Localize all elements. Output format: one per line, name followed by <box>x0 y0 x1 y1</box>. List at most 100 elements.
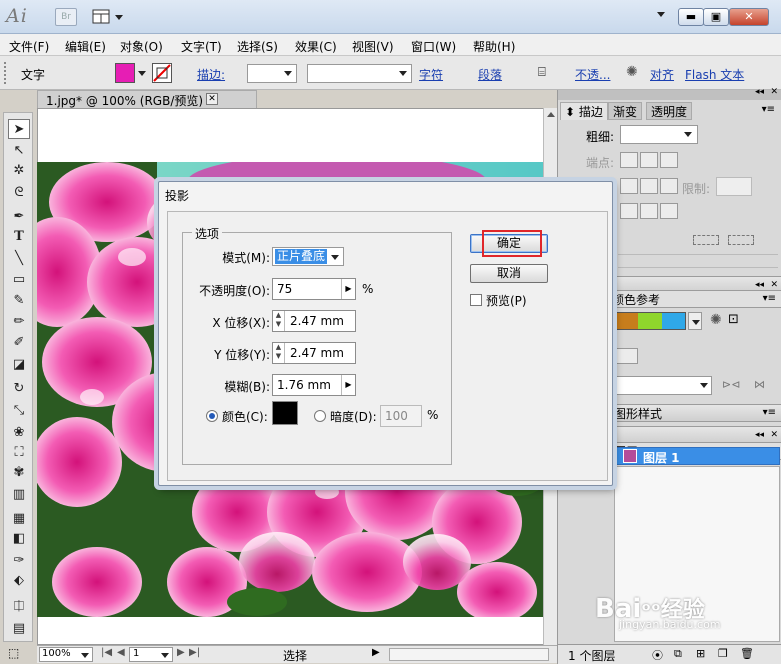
delete-layer-icon[interactable]: 🗑 <box>740 647 754 660</box>
mesh-tool-icon[interactable]: ▦ <box>8 509 30 529</box>
scale-tool-icon[interactable]: ⤡ <box>8 401 30 421</box>
preview-checkbox[interactable] <box>470 294 482 306</box>
menu-edit[interactable]: 编辑(E) <box>65 38 106 55</box>
miter-limit-field[interactable] <box>716 177 752 196</box>
collapse-icon[interactable]: ◂◂ <box>755 87 764 97</box>
opacity-link[interactable]: 不透... <box>575 66 610 83</box>
locate-object-icon[interactable]: ⦿ <box>652 647 663 663</box>
paragraph-link[interactable]: 段落 <box>478 66 502 83</box>
style-icon[interactable]: ⌸ <box>538 65 546 80</box>
stroke-none-swatch[interactable] <box>152 63 172 83</box>
color-guide-swatches[interactable] <box>614 312 686 330</box>
menu-type[interactable]: 文字(T) <box>181 38 222 55</box>
status-menu-icon[interactable]: ▶ <box>372 647 380 658</box>
paintbrush-tool-icon[interactable]: ✎ <box>8 291 30 311</box>
miter-join-button[interactable] <box>620 178 638 194</box>
panel-close-icon[interactable]: ✕ <box>770 87 778 97</box>
tab-stroke[interactable]: ⬍ 描边 <box>560 102 608 120</box>
x-offset-spinner-icon[interactable]: ▲ ▼ <box>273 311 285 331</box>
next-page-icon[interactable]: ▶ <box>177 647 185 658</box>
graphic-styles-menu-icon[interactable]: ▾≡ <box>763 405 776 421</box>
menu-window[interactable]: 窗口(W) <box>411 38 456 55</box>
arrange-docs-button[interactable] <box>91 8 125 26</box>
tab-gradient[interactable]: 渐变 <box>608 102 643 120</box>
free-transform-tool-icon[interactable]: ⛶ <box>8 443 30 463</box>
blob-brush-tool-icon[interactable]: ✐ <box>8 333 30 353</box>
symbol-break-icon[interactable]: ⊳⊲ <box>722 378 740 391</box>
color-guide-tab[interactable]: 颜色参考 <box>612 292 660 308</box>
symbol-place-icon[interactable]: ⋈ <box>754 378 765 391</box>
rectangle-tool-icon[interactable]: ▭ <box>8 270 30 290</box>
menu-effect[interactable]: 效果(C) <box>295 38 337 55</box>
align-inside-button[interactable] <box>640 203 658 219</box>
screen-mode-icon[interactable]: ⬚ <box>8 646 19 660</box>
warp-tool-icon[interactable]: ❀ <box>8 423 30 443</box>
blur-slider-icon[interactable]: ▶ <box>341 375 355 395</box>
darkness-radio[interactable] <box>314 410 326 422</box>
type-tool-icon[interactable]: T <box>8 227 30 247</box>
opacity-slider-icon[interactable]: ▶ <box>341 279 355 299</box>
zoom-select[interactable]: 100% <box>39 647 93 662</box>
maximize-button[interactable]: ▣ <box>703 8 729 26</box>
stroke-weight-select[interactable] <box>620 125 698 144</box>
blend-mode-select[interactable]: 正片叠底 <box>272 247 344 266</box>
font-family-field[interactable] <box>307 64 412 83</box>
graph-tool-icon[interactable]: ▤ <box>8 619 30 639</box>
horizontal-scrollbar[interactable] <box>389 648 549 661</box>
menu-object[interactable]: 对象(O) <box>120 38 163 55</box>
flash-text-link[interactable]: Flash 文本 <box>685 66 744 83</box>
new-layer-icon[interactable]: ❐ <box>718 647 728 660</box>
graphic-styles-tab[interactable]: 图形样式 <box>614 406 662 422</box>
y-offset-spinner-icon[interactable]: ▲ ▼ <box>273 343 285 363</box>
edit-colors-icon[interactable]: ✺ <box>710 312 722 328</box>
cancel-button[interactable]: 取消 <box>470 264 548 283</box>
magic-wand-tool-icon[interactable]: ✲ <box>8 161 30 181</box>
y-offset-input[interactable]: ▲ ▼ 2.47 mm <box>272 342 356 364</box>
close-tab-icon[interactable]: ✕ <box>206 93 218 105</box>
align-link[interactable]: 对齐 <box>650 66 674 83</box>
stroke-link[interactable]: 描边: <box>197 66 225 83</box>
recolor-icon[interactable]: ✺ <box>626 64 638 80</box>
symbol-sprayer-tool-icon[interactable]: ✾ <box>8 463 30 483</box>
new-sublayer-icon[interactable]: ⊞ <box>696 647 705 660</box>
round-join-button[interactable] <box>640 178 658 194</box>
last-page-icon[interactable]: ▶| <box>189 647 200 658</box>
prev-page-icon[interactable]: ◀ <box>117 647 125 658</box>
harmony-dropdown[interactable] <box>688 312 702 330</box>
character-link[interactable]: 字符 <box>419 66 443 83</box>
selection-tool-icon[interactable]: ➤ <box>8 119 30 139</box>
eraser-tool-icon[interactable]: ◪ <box>8 355 30 375</box>
bevel-join-button[interactable] <box>660 178 678 194</box>
save-group-icon[interactable]: ⊡ <box>728 312 739 327</box>
lasso-tool-icon[interactable]: ᘓ <box>8 183 30 203</box>
clipping-mask-icon[interactable]: ⧉ <box>674 647 682 661</box>
fill-swatch[interactable] <box>115 63 135 83</box>
dash-fields[interactable] <box>618 254 778 268</box>
pen-tool-icon[interactable]: ✒ <box>8 207 30 227</box>
symbol-field[interactable] <box>616 376 712 395</box>
page-select[interactable]: 1 <box>129 647 173 662</box>
square-cap-button[interactable] <box>660 152 678 168</box>
opacity-input[interactable]: 75 ▶ <box>272 278 356 300</box>
stroke-weight-field[interactable] <box>247 64 297 83</box>
document-tab[interactable]: 1.jpg* @ 100% (RGB/预览) ✕ <box>37 90 257 108</box>
x-offset-input[interactable]: ▲ ▼ 2.47 mm <box>272 310 356 332</box>
butt-cap-button[interactable] <box>620 152 638 168</box>
slice-tool-icon[interactable]: ⎅ <box>8 597 30 617</box>
direct-selection-tool-icon[interactable]: ↖ <box>8 141 30 161</box>
menu-file[interactable]: 文件(F) <box>9 38 49 55</box>
color-radio[interactable] <box>206 410 218 422</box>
pencil-tool-icon[interactable]: ✏ <box>8 312 30 332</box>
align-center-button[interactable] <box>620 203 638 219</box>
round-cap-button[interactable] <box>640 152 658 168</box>
panel-menu-icon[interactable]: ▾≡ <box>762 104 775 115</box>
column-graph-tool-icon[interactable]: ▥ <box>8 485 30 505</box>
minimize-button[interactable]: ▬ <box>678 8 704 26</box>
rotate-tool-icon[interactable]: ↻ <box>8 379 30 399</box>
menu-help[interactable]: 帮助(H) <box>473 38 515 55</box>
workspace-dropdown-icon[interactable] <box>657 12 665 17</box>
align-outside-button[interactable] <box>660 203 678 219</box>
blur-input[interactable]: 1.76 mm ▶ <box>272 374 356 396</box>
bridge-button[interactable]: Br <box>55 8 77 26</box>
limit-swatches-button[interactable] <box>616 348 638 364</box>
